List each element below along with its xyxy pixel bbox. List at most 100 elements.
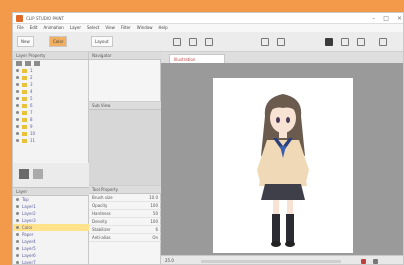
layer-row[interactable]: Layer2 xyxy=(13,210,89,217)
eye-icon[interactable] xyxy=(16,254,19,257)
tool-property-panel: Tool Property Brush size 10.0 Opacity 100 … xyxy=(89,186,161,264)
menu-filter[interactable]: Filter xyxy=(121,24,131,32)
layer-row[interactable]: Top xyxy=(13,196,89,203)
layer-name: Layer7 xyxy=(22,260,36,265)
new-folder-icon[interactable] xyxy=(25,61,31,66)
rotate-icon[interactable] xyxy=(205,38,213,46)
list-item[interactable]: 3 xyxy=(13,81,88,88)
main-color-swatch[interactable] xyxy=(19,169,29,179)
eye-icon[interactable] xyxy=(16,111,19,114)
eye-icon[interactable] xyxy=(16,240,19,243)
settings-icon[interactable] xyxy=(379,38,387,46)
new-button[interactable]: New xyxy=(17,36,34,47)
eye-icon[interactable] xyxy=(16,104,19,107)
redo-icon[interactable] xyxy=(277,38,285,46)
list-item[interactable]: 2 xyxy=(13,74,88,81)
folder-icon xyxy=(22,68,27,73)
menu-animation[interactable]: Animation xyxy=(43,24,63,32)
item-label: 6 xyxy=(30,103,33,108)
list-item[interactable]: 6 xyxy=(13,102,88,109)
select-icon[interactable] xyxy=(325,38,333,46)
stop-icon[interactable] xyxy=(373,259,378,264)
eye-icon[interactable] xyxy=(16,90,19,93)
layer-row[interactable]: Paper xyxy=(13,231,89,238)
transform-icon[interactable] xyxy=(341,38,349,46)
maximize-icon[interactable]: □ xyxy=(383,13,389,24)
property-row[interactable]: Brush size 10.0 xyxy=(89,194,161,202)
item-label: 11 xyxy=(30,138,36,143)
menu-edit[interactable]: Edit xyxy=(30,24,38,32)
menu-layer[interactable]: Layer xyxy=(70,24,81,32)
layer-row[interactable]: Layer7 xyxy=(13,259,89,265)
close-icon[interactable]: × xyxy=(397,13,402,24)
eye-icon[interactable] xyxy=(16,132,19,135)
layer-row[interactable]: Layer6 xyxy=(13,252,89,259)
property-value[interactable]: 10.0 xyxy=(149,194,158,201)
list-item[interactable]: 11 xyxy=(13,137,88,144)
zoom-icon[interactable] xyxy=(189,38,197,46)
eye-icon[interactable] xyxy=(16,69,19,72)
list-item[interactable]: 1 xyxy=(13,67,88,74)
menu-window[interactable]: Window xyxy=(137,24,153,32)
undo-icon[interactable] xyxy=(261,38,269,46)
eye-icon[interactable] xyxy=(16,139,19,142)
layer-row[interactable]: Layer3 xyxy=(13,217,89,224)
menu-file[interactable]: File xyxy=(17,24,24,32)
property-value[interactable]: 6 xyxy=(155,226,158,233)
folder-icon xyxy=(22,82,27,87)
eye-icon[interactable] xyxy=(16,261,19,264)
color-button[interactable]: Color xyxy=(49,36,68,47)
eye-icon[interactable] xyxy=(16,198,19,201)
eye-icon[interactable] xyxy=(16,226,19,229)
subview-header: Sub View xyxy=(89,102,161,110)
eye-icon[interactable] xyxy=(16,118,19,121)
list-item[interactable]: 8 xyxy=(13,116,88,123)
eye-icon[interactable] xyxy=(16,219,19,222)
text-icon[interactable] xyxy=(357,38,365,46)
zoom-value[interactable]: 25.0 xyxy=(165,258,174,263)
eye-icon[interactable] xyxy=(16,125,19,128)
eye-icon[interactable] xyxy=(16,212,19,215)
menu-help[interactable]: Help xyxy=(159,24,168,32)
canvas-tab[interactable]: Illustration xyxy=(169,54,225,63)
menu-select[interactable]: Select xyxy=(87,24,99,32)
new-layer-icon[interactable] xyxy=(16,61,22,66)
delete-icon[interactable] xyxy=(34,61,40,66)
layout-button[interactable]: Layout xyxy=(91,36,113,47)
canvas-paper[interactable] xyxy=(213,78,353,253)
sub-color-swatch[interactable] xyxy=(33,169,43,179)
property-row[interactable]: Anti-alias On xyxy=(89,234,161,242)
property-row[interactable]: Opacity 100 xyxy=(89,202,161,210)
menu-view[interactable]: View xyxy=(105,24,115,32)
scroll-bar[interactable] xyxy=(201,260,341,263)
property-row[interactable]: Stabilizer 6 xyxy=(89,226,161,234)
eye-icon[interactable] xyxy=(16,247,19,250)
layer-row[interactable]: Layer4 xyxy=(13,238,89,245)
list-item[interactable]: 7 xyxy=(13,109,88,116)
list-item[interactable]: 10 xyxy=(13,130,88,137)
eye-icon[interactable] xyxy=(16,76,19,79)
eye-icon[interactable] xyxy=(16,205,19,208)
eye-icon[interactable] xyxy=(16,97,19,100)
layer-row[interactable]: Layer5 xyxy=(13,245,89,252)
title-bar: CLIP STUDIO PAINT – □ × xyxy=(13,13,403,24)
property-row[interactable]: Hardness 50 xyxy=(89,210,161,218)
record-icon[interactable] xyxy=(361,259,366,264)
eye-icon[interactable] xyxy=(16,233,19,236)
property-value[interactable]: 50 xyxy=(153,210,158,217)
layer-row-selected[interactable]: Color xyxy=(13,224,89,231)
list-item[interactable]: 4 xyxy=(13,88,88,95)
property-row[interactable]: Density 100 xyxy=(89,218,161,226)
property-value[interactable]: 100 xyxy=(150,202,158,209)
hand-icon[interactable] xyxy=(173,38,181,46)
property-value[interactable]: 100 xyxy=(150,218,158,225)
property-value[interactable]: On xyxy=(152,234,158,241)
canvas-area[interactable]: Illustration 25.0 xyxy=(161,52,403,264)
list-item[interactable]: 9 xyxy=(13,123,88,130)
list-item[interactable]: 5 xyxy=(13,95,88,102)
character-illustration xyxy=(257,94,309,247)
folder-icon xyxy=(22,131,27,136)
eye-icon[interactable] xyxy=(16,83,19,86)
layer-row[interactable]: Layer1 xyxy=(13,203,89,210)
minimize-icon[interactable]: – xyxy=(372,13,375,24)
